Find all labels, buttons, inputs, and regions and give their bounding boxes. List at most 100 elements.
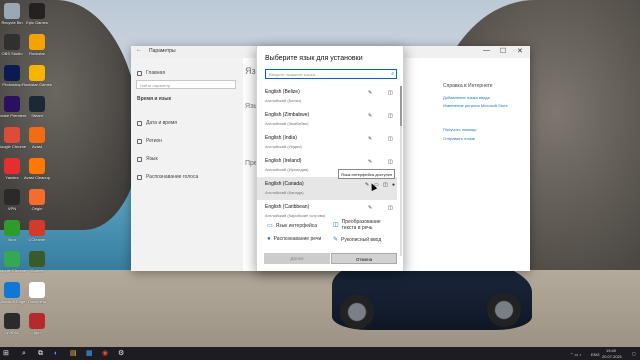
app-icon (4, 96, 20, 112)
app-icon (29, 65, 45, 81)
sidebar-item-speech[interactable]: Распознавание голоса (137, 174, 198, 180)
desktop-icon-label: App (33, 330, 41, 335)
language-native-name: Английский (Ирландия) (265, 167, 309, 172)
sidebar-item-language[interactable]: Язык (137, 156, 158, 162)
car-wheel-front (340, 295, 374, 329)
desktop-icon[interactable]: Adobe Premiere (0, 96, 26, 118)
back-arrow-icon[interactable]: ← (136, 47, 142, 53)
desktop-icon[interactable]: Origin (26, 189, 48, 211)
desktop-icon-label: Recycle Bin (1, 20, 23, 25)
sidebar-item-home[interactable]: Главная (137, 70, 165, 76)
app-icon (4, 313, 20, 329)
desktop-icon[interactable]: Games (26, 251, 48, 273)
app-icon (29, 158, 45, 174)
sidebar-item-label: Язык (146, 156, 158, 162)
desktop-icon[interactable]: Google Chrome (0, 127, 26, 149)
legend-label: Язык интерфейса (275, 222, 318, 229)
minimize-button[interactable]: — (483, 47, 490, 54)
language-row[interactable]: English (Belize) Английский (Белиз) ✎ ◫ (257, 85, 397, 108)
text-to-speech-icon: ◫ (383, 182, 388, 188)
task-view-icon[interactable]: ⧉ (38, 349, 43, 358)
scrollbar-thumb[interactable] (400, 86, 402, 126)
language-name: English (Belize) (265, 89, 300, 95)
desktop-icon[interactable]: Steam (26, 96, 48, 118)
sidebar-item-date-time[interactable]: Дата и время (137, 120, 177, 126)
clock-time[interactable]: 19:40 (606, 348, 616, 353)
chrome-icon[interactable]: ◉ (102, 349, 108, 358)
calendar-icon (137, 120, 142, 126)
app-icon (29, 313, 45, 329)
sidebar-home-label: Главная (146, 70, 166, 76)
change-store-region-link[interactable]: Изменение региона Microsoft Store (443, 103, 508, 108)
tray-icons[interactable]: ⌃ ▭ ♪ (570, 352, 581, 357)
desktop-icon[interactable]: Rockstar Games (22, 65, 52, 87)
language-native-name: Английский (Белиз) (265, 98, 302, 103)
language-native-name: Английский (Индия) (265, 144, 302, 149)
close-button[interactable]: ✕ (517, 47, 523, 55)
start-button[interactable]: ⊞ (3, 349, 9, 358)
desktop-icon[interactable]: OBS Studio (1, 34, 23, 56)
legend-speech: ● Распознавание речи (267, 236, 321, 242)
add-input-language-link[interactable]: Добавление языка ввода (443, 95, 490, 100)
handwriting-icon: ✎ (368, 136, 373, 142)
scrollbar[interactable] (400, 86, 402, 256)
file-explorer-icon[interactable]: ▤ (70, 349, 77, 358)
desktop-icon-label: Photoshop (2, 82, 22, 87)
handwriting-icon: ✎ (368, 205, 373, 211)
language-native-name: Английский (Карибские острова) (265, 213, 326, 218)
clock-date[interactable]: 20.07.2021 (602, 354, 622, 359)
text-to-speech-icon: ◫ (388, 113, 393, 119)
language-name: English (India) (265, 135, 297, 141)
sidebar-item-label: Регион (146, 138, 163, 144)
sidebar-item-region[interactable]: Регион (137, 138, 162, 144)
desktop-icon[interactable]: VPN (1, 189, 23, 211)
app-icon (29, 220, 45, 236)
desktop-icon[interactable]: Google Chrome (0, 251, 26, 273)
desktop-icon[interactable]: Epic Games (26, 3, 48, 25)
app-icon (4, 3, 20, 19)
language-row[interactable]: English (Zimbabwe) Английский (Зимбабве) ✎… (257, 108, 397, 131)
maximize-button[interactable]: ☐ (500, 47, 506, 55)
edge-icon[interactable]: ◐ (54, 349, 58, 358)
desktop-icon-label: Epic Games (26, 20, 48, 25)
notification-icon[interactable]: ▢ (632, 351, 636, 356)
desktop-icon[interactable]: Avast (26, 127, 48, 149)
desktop-icon-label: Avast Cleanup (24, 175, 50, 180)
legend-tts: ◫ Преобразование текста в речь (333, 219, 393, 231)
taskbar: ⊞ ⌕ ⧉ ◐ ▤ ▦ ◉ ⚙ ⌃ ▭ ♪ ENG 19:40 20.07.20… (0, 347, 640, 360)
language-search-placeholder: Введите название языка... (269, 72, 319, 77)
settings-search-input[interactable]: Найти параметр (136, 80, 236, 89)
app-icon (29, 282, 45, 298)
input-language[interactable]: ENG (591, 352, 600, 357)
desktop-icon[interactable]: Microsoft Edge (0, 282, 25, 304)
cancel-button[interactable]: Отмена (331, 253, 397, 264)
search-icon[interactable]: ⌕ (22, 349, 26, 358)
speech-recognition-icon: ● (267, 236, 271, 242)
home-icon (137, 70, 142, 76)
next-button[interactable]: Далее (264, 253, 330, 264)
tooltip: Язык интерфейса доступен (338, 169, 395, 179)
desktop-icon[interactable]: Photoshop (1, 65, 23, 87)
get-help-link[interactable]: Получить помощь (443, 127, 476, 132)
store-icon[interactable]: ▦ (86, 349, 93, 358)
desktop-icon[interactable]: NVIDIA (1, 313, 23, 335)
send-feedback-link[interactable]: Отправить отзыв (443, 136, 475, 141)
desktop-icon[interactable]: Recycle Bin (1, 3, 23, 25)
desktop-icon[interactable]: App (26, 313, 48, 335)
desktop-icon[interactable]: CCleaner (26, 220, 48, 242)
app-icon (29, 34, 45, 50)
settings-window-title: Параметры (149, 48, 176, 54)
language-search-input[interactable]: Введите название языка... ⌕ (265, 69, 397, 79)
globe-icon (137, 138, 142, 144)
desktop-icon[interactable]: Yandex (1, 158, 23, 180)
language-name: English (Zimbabwe) (265, 112, 310, 118)
text-to-speech-icon: ◫ (388, 90, 393, 96)
desktop-icon[interactable]: Xbox (1, 220, 23, 242)
language-row[interactable]: English (India) Английский (Индия) ✎ ◫ (257, 131, 397, 154)
handwriting-icon: ✎ (368, 113, 373, 119)
desktop-icon[interactable]: Document (26, 282, 48, 304)
desktop-icon-label: Rockstar Games (22, 82, 52, 87)
settings-gear-icon[interactable]: ⚙ (118, 349, 124, 358)
desktop-icon[interactable]: Rockstar (26, 34, 48, 56)
desktop-icon[interactable]: Avast Cleanup (24, 158, 50, 180)
